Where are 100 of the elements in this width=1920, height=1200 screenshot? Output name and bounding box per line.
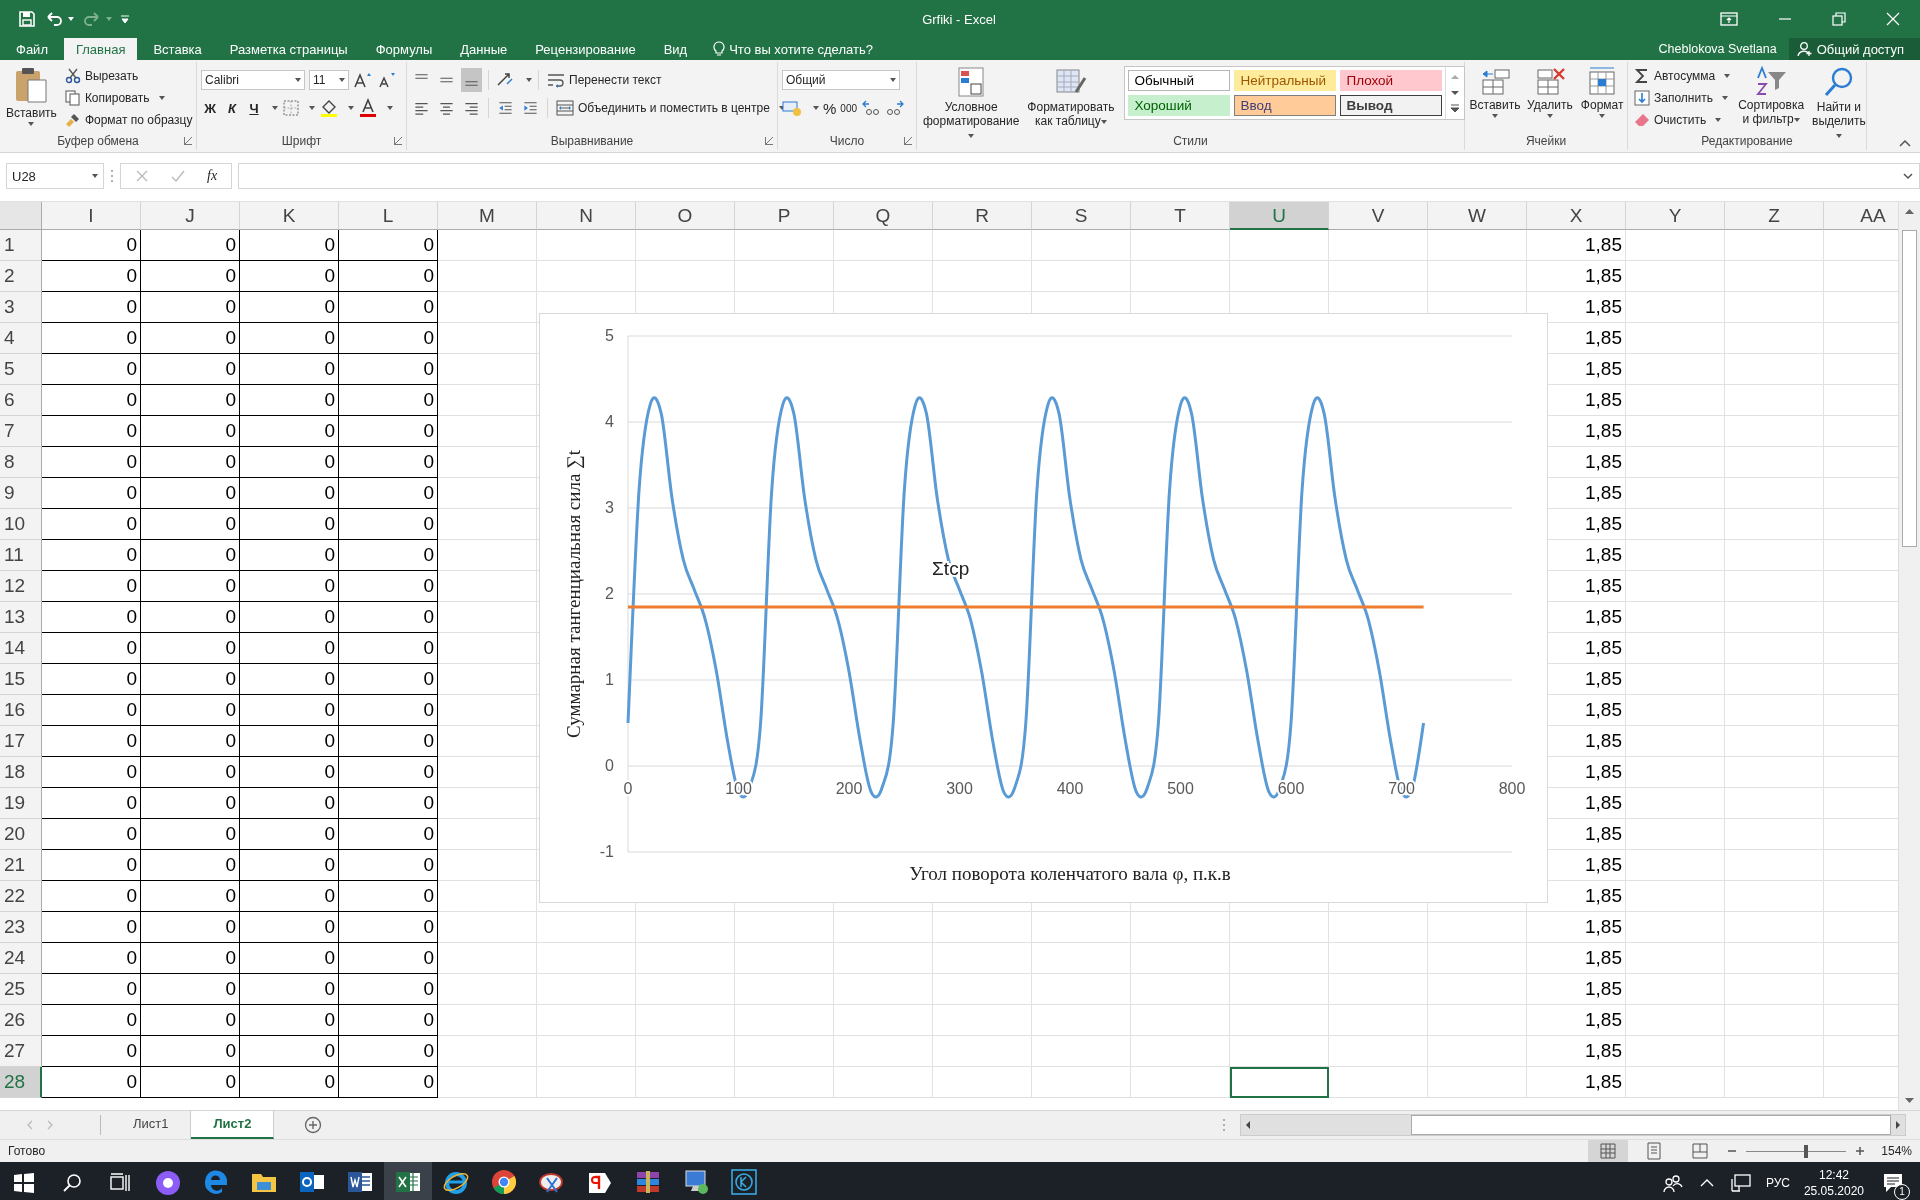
save-icon[interactable] bbox=[18, 10, 36, 28]
row-header[interactable]: 20 bbox=[0, 819, 42, 850]
cell-style[interactable]: Обычный bbox=[1128, 70, 1231, 91]
column-header[interactable]: P bbox=[735, 202, 834, 230]
add-sheet-icon[interactable] bbox=[304, 1116, 323, 1134]
row-header[interactable]: 2 bbox=[0, 261, 42, 292]
bold-button[interactable]: Ж bbox=[201, 100, 219, 116]
row-header[interactable]: 14 bbox=[0, 633, 42, 664]
fill-button[interactable]: Заполнить bbox=[1632, 88, 1733, 107]
ribbon-display-icon[interactable] bbox=[1720, 11, 1738, 27]
decrease-decimal-icon[interactable] bbox=[885, 99, 906, 117]
ribbon-tab[interactable]: Данные bbox=[448, 38, 520, 60]
cut-button[interactable]: Вырезать bbox=[62, 66, 195, 85]
scrollbar-thumb[interactable] bbox=[1411, 1115, 1891, 1135]
row-header[interactable]: 18 bbox=[0, 757, 42, 788]
row-header[interactable]: 28 bbox=[0, 1067, 42, 1098]
vertical-align-icon[interactable] bbox=[461, 68, 482, 92]
row-header[interactable]: 10 bbox=[0, 509, 42, 540]
ribbon-tab[interactable]: Главная bbox=[63, 38, 138, 60]
italic-button[interactable]: К bbox=[223, 100, 241, 116]
thousands-button[interactable]: 000 bbox=[840, 102, 858, 114]
underline-button[interactable]: Ч bbox=[245, 100, 263, 116]
sort-filter-button[interactable]: Сортировка и фильтр bbox=[1736, 64, 1807, 128]
font-size-field[interactable]: 11 bbox=[309, 70, 349, 90]
caret-icon[interactable] bbox=[813, 106, 819, 110]
paste-button[interactable]: Вставить bbox=[4, 64, 59, 128]
normal-view-icon[interactable] bbox=[1588, 1140, 1628, 1162]
caret-icon[interactable] bbox=[309, 106, 315, 110]
number-format-field[interactable]: Общий bbox=[782, 70, 900, 90]
row-header[interactable]: 17 bbox=[0, 726, 42, 757]
cell-style[interactable]: Вывод bbox=[1340, 95, 1443, 116]
row-header[interactable]: 11 bbox=[0, 540, 42, 571]
row-header[interactable]: 8 bbox=[0, 447, 42, 478]
zoom-slider-thumb[interactable] bbox=[1804, 1144, 1808, 1158]
cell-style[interactable]: Плохой bbox=[1340, 70, 1443, 91]
row-header[interactable]: 21 bbox=[0, 850, 42, 881]
language-indicator[interactable]: РУС bbox=[1765, 1176, 1790, 1190]
autosum-button[interactable]: Автосумма bbox=[1632, 66, 1733, 85]
column-header[interactable]: J bbox=[141, 202, 240, 230]
column-header[interactable]: I bbox=[42, 202, 141, 230]
column-header[interactable]: Z bbox=[1725, 202, 1824, 230]
row-header[interactable]: 24 bbox=[0, 943, 42, 974]
column-header[interactable]: K bbox=[240, 202, 339, 230]
ribbon-tab[interactable]: Вид bbox=[651, 38, 700, 60]
row-header[interactable]: 1 bbox=[0, 230, 42, 261]
close-icon[interactable] bbox=[1886, 12, 1900, 26]
column-header[interactable]: U bbox=[1230, 202, 1329, 230]
check-icon[interactable] bbox=[171, 169, 185, 183]
format-as-table-button[interactable]: Форматировать как таблицу bbox=[1025, 64, 1117, 130]
row-header[interactable]: 13 bbox=[0, 602, 42, 633]
row-header[interactable]: 27 bbox=[0, 1036, 42, 1067]
column-header[interactable]: O bbox=[636, 202, 735, 230]
selected-cell[interactable] bbox=[1230, 1067, 1329, 1098]
ribbon-tab[interactable]: Вставка bbox=[141, 38, 214, 60]
restore-icon[interactable] bbox=[1832, 12, 1846, 26]
ribbon-tab[interactable]: Файл bbox=[4, 38, 60, 60]
column-header[interactable]: M bbox=[438, 202, 537, 230]
row-header[interactable]: 5 bbox=[0, 354, 42, 385]
insert-cells-button[interactable]: Вставить bbox=[1469, 64, 1521, 120]
column-header[interactable]: S bbox=[1032, 202, 1131, 230]
find-select-button[interactable]: Найти и выделить bbox=[1810, 64, 1868, 144]
tell-me-field[interactable]: Что вы хотите сделать? bbox=[729, 38, 873, 60]
row-header[interactable]: 9 bbox=[0, 478, 42, 509]
column-header[interactable]: Y bbox=[1626, 202, 1725, 230]
caret-icon[interactable] bbox=[348, 106, 354, 110]
shrink-font-icon[interactable] bbox=[377, 71, 397, 89]
row-header[interactable]: 23 bbox=[0, 912, 42, 943]
zoom-in-icon[interactable] bbox=[1854, 1145, 1866, 1157]
fill-color-icon[interactable] bbox=[319, 98, 339, 118]
font-name-field[interactable]: Calibri bbox=[201, 70, 305, 90]
row-header[interactable]: 16 bbox=[0, 695, 42, 726]
format-cells-button[interactable]: Формат bbox=[1578, 64, 1626, 120]
ribbon-tab[interactable]: Разметка страницы bbox=[217, 38, 360, 60]
cell-style[interactable]: Нейтральный bbox=[1234, 70, 1337, 91]
ribbon-tab[interactable]: Рецензирование bbox=[523, 38, 648, 60]
column-header[interactable]: X bbox=[1527, 202, 1626, 230]
zoom-level[interactable]: 154% bbox=[1872, 1144, 1912, 1158]
format-painter-button[interactable]: Формат по образцу bbox=[62, 110, 195, 129]
wrap-text-button[interactable]: Перенести текст bbox=[545, 70, 664, 90]
caret-icon[interactable] bbox=[272, 106, 278, 110]
column-header[interactable]: V bbox=[1329, 202, 1428, 230]
row-header[interactable]: 7 bbox=[0, 416, 42, 447]
copy-button[interactable]: Копировать bbox=[62, 88, 195, 107]
network-icon[interactable] bbox=[1729, 1173, 1752, 1193]
people-icon[interactable] bbox=[1661, 1173, 1684, 1193]
cell-style[interactable]: Ввод bbox=[1234, 95, 1337, 116]
dialog-launcher-icon[interactable] bbox=[184, 137, 192, 145]
cell-style[interactable]: Хороший bbox=[1128, 95, 1231, 116]
clock-button[interactable]: 12:42 25.05.2020 bbox=[1803, 1167, 1864, 1199]
grow-font-icon[interactable] bbox=[353, 71, 373, 89]
dialog-launcher-icon[interactable] bbox=[904, 137, 912, 145]
column-header[interactable]: L bbox=[339, 202, 438, 230]
share-button[interactable]: Общий доступ bbox=[1788, 38, 1920, 60]
column-header[interactable]: N bbox=[537, 202, 636, 230]
scrollbar-thumb[interactable] bbox=[1902, 230, 1917, 547]
column-header[interactable]: R bbox=[933, 202, 1032, 230]
ribbon-tab[interactable]: Формулы bbox=[363, 38, 445, 60]
row-header[interactable]: 25 bbox=[0, 974, 42, 1005]
row-header[interactable]: 4 bbox=[0, 323, 42, 354]
insert-function-button[interactable]: fx bbox=[207, 168, 218, 184]
